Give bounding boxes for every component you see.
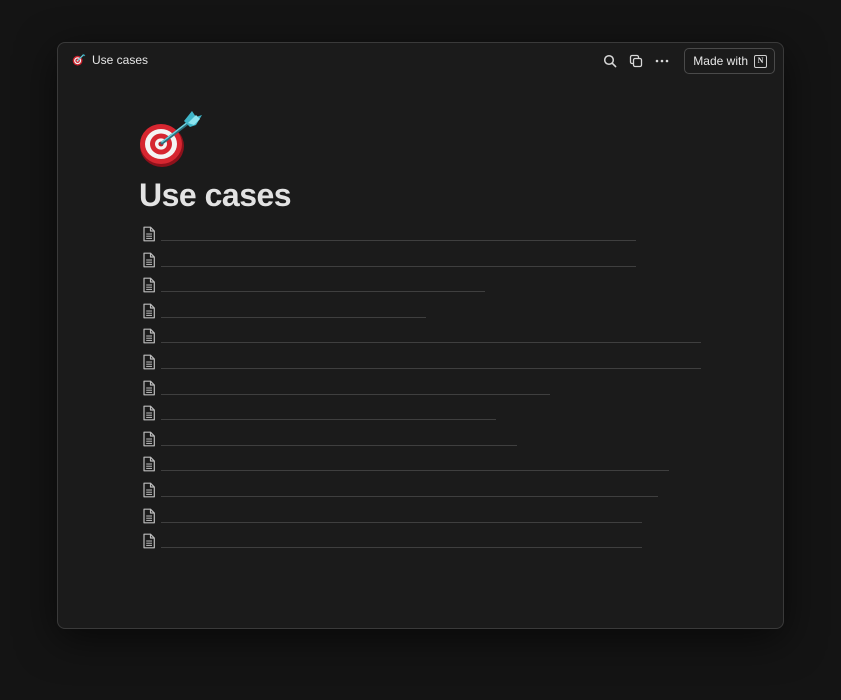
breadcrumb[interactable]: Use cases xyxy=(72,53,148,67)
made-with-label: Made with xyxy=(693,54,748,68)
subpage-row[interactable] xyxy=(142,274,485,300)
page-document-icon xyxy=(143,405,155,421)
subpage-underline xyxy=(161,316,426,318)
top-bar: Use cases Made with N xyxy=(58,43,783,77)
subpage-underline xyxy=(161,291,485,293)
page-document-icon xyxy=(143,328,155,344)
subpage-underline xyxy=(161,342,701,344)
notion-logo-icon: N xyxy=(754,54,767,68)
more-icon xyxy=(655,59,669,63)
subpage-row[interactable] xyxy=(142,402,496,428)
subpage-underline xyxy=(161,419,496,421)
subpage-row[interactable] xyxy=(142,377,550,403)
subpage-row[interactable] xyxy=(142,505,642,531)
subpage-underline xyxy=(161,521,642,523)
page-document-icon xyxy=(143,456,155,472)
search-button[interactable] xyxy=(602,53,618,69)
page-document-icon xyxy=(143,431,155,447)
page-document-icon xyxy=(143,303,155,319)
subpage-row[interactable] xyxy=(142,428,517,454)
subpage-underline xyxy=(161,265,636,267)
duplicate-icon xyxy=(630,54,643,68)
subpage-row[interactable] xyxy=(142,479,658,505)
page-document-icon xyxy=(143,252,155,267)
subpage-row[interactable] xyxy=(142,300,426,326)
subpage-row[interactable] xyxy=(142,351,701,377)
subpage-underline xyxy=(161,470,669,472)
subpage-underline xyxy=(161,393,550,395)
duplicate-button[interactable] xyxy=(628,53,644,69)
subpage-row[interactable] xyxy=(142,453,669,479)
subpage-underline xyxy=(161,547,642,549)
page-document-icon xyxy=(143,226,155,242)
subpage-underline xyxy=(161,444,517,446)
subpage-underline xyxy=(161,495,658,497)
made-with-notion-button[interactable]: Made with N xyxy=(684,48,775,74)
page-document-icon xyxy=(143,380,155,395)
subpage-row[interactable] xyxy=(142,249,636,275)
page-title: Use cases xyxy=(139,177,292,213)
breadcrumb-label: Use cases xyxy=(92,53,149,67)
subpage-row[interactable] xyxy=(142,530,642,556)
dart-target-icon xyxy=(140,111,202,167)
subpage-row[interactable] xyxy=(142,223,636,249)
page-document-icon xyxy=(143,508,155,523)
page-window: Use cases Made with N Use cases xyxy=(57,42,784,629)
page-document-icon xyxy=(143,277,155,293)
subpage-underline xyxy=(161,240,636,241)
page-document-icon xyxy=(143,533,155,549)
toolbar-actions: Made with N xyxy=(602,48,775,74)
search-icon xyxy=(604,54,617,68)
page-document-icon xyxy=(143,354,155,370)
subpage-row[interactable] xyxy=(142,325,701,351)
dart-target-icon xyxy=(72,53,86,66)
subpage-underline xyxy=(161,367,701,369)
subpage-list xyxy=(142,223,701,556)
page-document-icon xyxy=(143,482,155,498)
more-button[interactable] xyxy=(654,53,670,69)
